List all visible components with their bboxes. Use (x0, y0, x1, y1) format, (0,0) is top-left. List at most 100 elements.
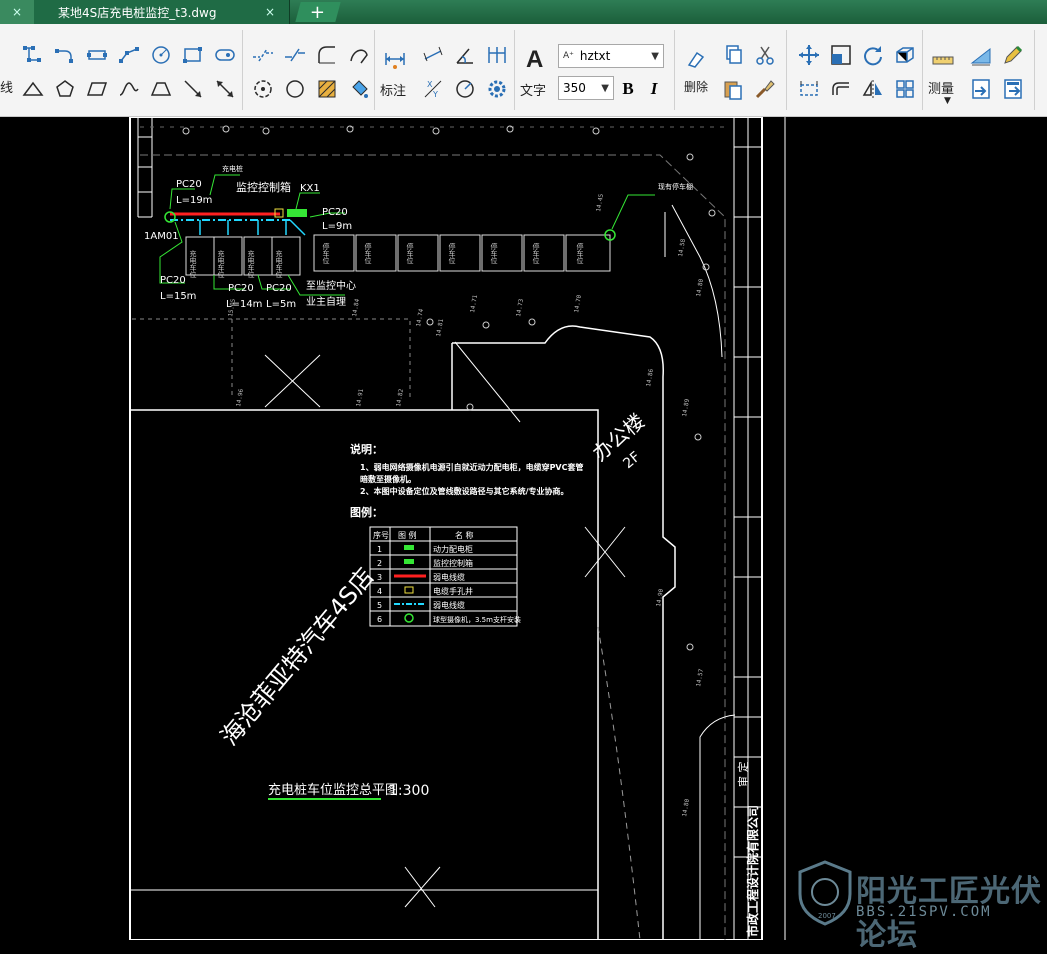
scale-icon[interactable] (826, 40, 856, 70)
svg-text:14.80: 14.80 (681, 798, 691, 817)
dimension-label[interactable]: 标注 (380, 80, 406, 99)
svg-text:14.74: 14.74 (415, 308, 425, 327)
close-tab-icon[interactable]: × (265, 5, 275, 19)
area-measure-icon[interactable] (966, 40, 996, 70)
text-style-icon[interactable]: A (526, 46, 543, 74)
eraser-icon[interactable] (680, 44, 710, 74)
svg-text:14.45: 14.45 (595, 193, 605, 212)
note-line: 1、弱电网络摄像机电源引自就近动力配电柜，电缆穿PVC套管 (360, 462, 584, 472)
text-label[interactable]: 文字 (520, 80, 546, 99)
ray-icon[interactable] (178, 74, 208, 104)
legend-name: 电缆手孔井 (433, 586, 473, 596)
font-select[interactable]: A⁺ hztxt ▼ (558, 44, 664, 68)
spline-icon[interactable] (114, 74, 144, 104)
note-line: 2、本图中设备定位及管线敷设路径与其它系统/专业协商。 (360, 486, 569, 496)
rectangle-icon[interactable] (178, 40, 208, 70)
chevron-down-icon: ▼ (601, 82, 609, 94)
dim-settings-icon[interactable] (482, 74, 512, 104)
drawing-canvas[interactable]: 审 定 市政工程设计院有限公司 充电车位 充电车位 充电车位 充电车位 停车位 … (0, 117, 1047, 940)
measure-ruler-icon[interactable] (928, 44, 958, 74)
array-icon[interactable] (890, 74, 920, 104)
dimension-icon[interactable] (380, 44, 410, 74)
pentagon-icon[interactable] (50, 74, 80, 104)
export-icon[interactable] (998, 74, 1028, 104)
cut-icon[interactable] (750, 40, 780, 70)
double-line-icon[interactable] (82, 40, 112, 70)
xline-icon[interactable] (210, 74, 240, 104)
parking-space-text: 停车位 (532, 242, 540, 264)
cloud-revision-icon[interactable] (248, 74, 278, 104)
slot-icon[interactable] (210, 40, 240, 70)
circle-icon[interactable] (146, 40, 176, 70)
copy-icon[interactable] (718, 40, 748, 70)
text-height-select[interactable]: 350 ▼ (558, 76, 614, 100)
fillet-icon[interactable] (312, 40, 342, 70)
pencil-icon[interactable] (998, 40, 1028, 70)
polyline-nodes-icon[interactable] (18, 40, 48, 70)
monitor-control-box (287, 209, 307, 217)
measure-label[interactable]: 测量 (928, 78, 954, 97)
revcloud-icon[interactable] (280, 74, 310, 104)
legend-symbol-power-cabinet (404, 545, 414, 550)
paste-icon[interactable] (718, 74, 748, 104)
break-at-point-icon[interactable] (280, 40, 310, 70)
polyline-arc-icon[interactable] (50, 40, 80, 70)
angular-dim-icon[interactable] (450, 40, 480, 70)
break-line-icon[interactable] (248, 40, 278, 70)
document-tab-bar: × 某地4S店充电桩监控_t3.dwg × + (0, 0, 1047, 24)
3d-box-icon[interactable] (890, 40, 920, 70)
label-charger: 充电桩 (222, 164, 243, 173)
svg-text:14.82: 14.82 (395, 388, 405, 407)
bold-button[interactable]: B (616, 74, 640, 104)
lasso-icon[interactable] (344, 40, 374, 70)
line-icon[interactable] (114, 40, 144, 70)
mirror-icon[interactable] (858, 74, 888, 104)
delete-label[interactable]: 删除 (684, 78, 708, 95)
company-name: 市政工程设计院有限公司 (745, 805, 760, 937)
parking-space-text: 停车位 (448, 242, 456, 264)
text-height-value: 350 (563, 81, 586, 95)
baseline-dim-icon[interactable] (482, 40, 512, 70)
triangle-icon[interactable] (18, 74, 48, 104)
legend-symbol-handhole (404, 586, 414, 594)
plus-icon: + (310, 1, 326, 23)
import-icon[interactable] (966, 74, 996, 104)
legend-no: 5 (377, 601, 382, 610)
note-line: 暗敷至摄像机。 (360, 474, 416, 484)
tab-active-drawing[interactable]: 某地4S店充电桩监控_t3.dwg × (34, 0, 290, 24)
move-icon[interactable] (794, 40, 824, 70)
legend-no: 4 (377, 587, 382, 596)
new-tab-button[interactable]: + (295, 1, 341, 23)
aligned-dim-icon[interactable] (418, 40, 448, 70)
trapezoid-icon[interactable] (146, 74, 176, 104)
legend-no: 6 (377, 615, 382, 624)
parking-space-text: 停车位 (490, 242, 498, 264)
hatch-icon[interactable] (312, 74, 342, 104)
label-floors: 2F (620, 449, 643, 472)
svg-text:X: X (427, 80, 433, 89)
ordinate-dim-icon[interactable]: XY (418, 74, 448, 104)
parallelogram-icon[interactable] (82, 74, 112, 104)
font-style-icon: A⁺ (563, 51, 574, 61)
chevron-down-icon[interactable]: ▼ (944, 96, 951, 106)
svg-text:14.91: 14.91 (355, 388, 365, 407)
parking-space-text: 停车位 (322, 242, 330, 264)
tab-previous[interactable]: × (0, 0, 34, 24)
svg-text:14.84: 14.84 (351, 298, 361, 317)
chevron-down-icon: ▼ (651, 50, 659, 62)
radius-dim-icon[interactable] (450, 74, 480, 104)
legend-no: 3 (377, 573, 382, 582)
label-pc20: PC20 (176, 179, 202, 190)
match-properties-icon[interactable] (750, 74, 780, 104)
stretch-icon[interactable] (794, 74, 824, 104)
offset-icon[interactable] (826, 74, 856, 104)
svg-text:Y: Y (432, 90, 438, 99)
charger-space-text: 充电车位 (189, 249, 197, 278)
italic-button[interactable]: I (642, 74, 666, 104)
close-tab-icon[interactable]: × (12, 5, 22, 19)
rotate-icon[interactable] (858, 40, 888, 70)
legend-heading: 图例： (350, 505, 383, 519)
fill-bucket-icon[interactable] (344, 74, 374, 104)
tab-title: 某地4S店充电桩监控_t3.dwg (58, 5, 217, 20)
drawing-scale: 1:300 (389, 783, 429, 799)
